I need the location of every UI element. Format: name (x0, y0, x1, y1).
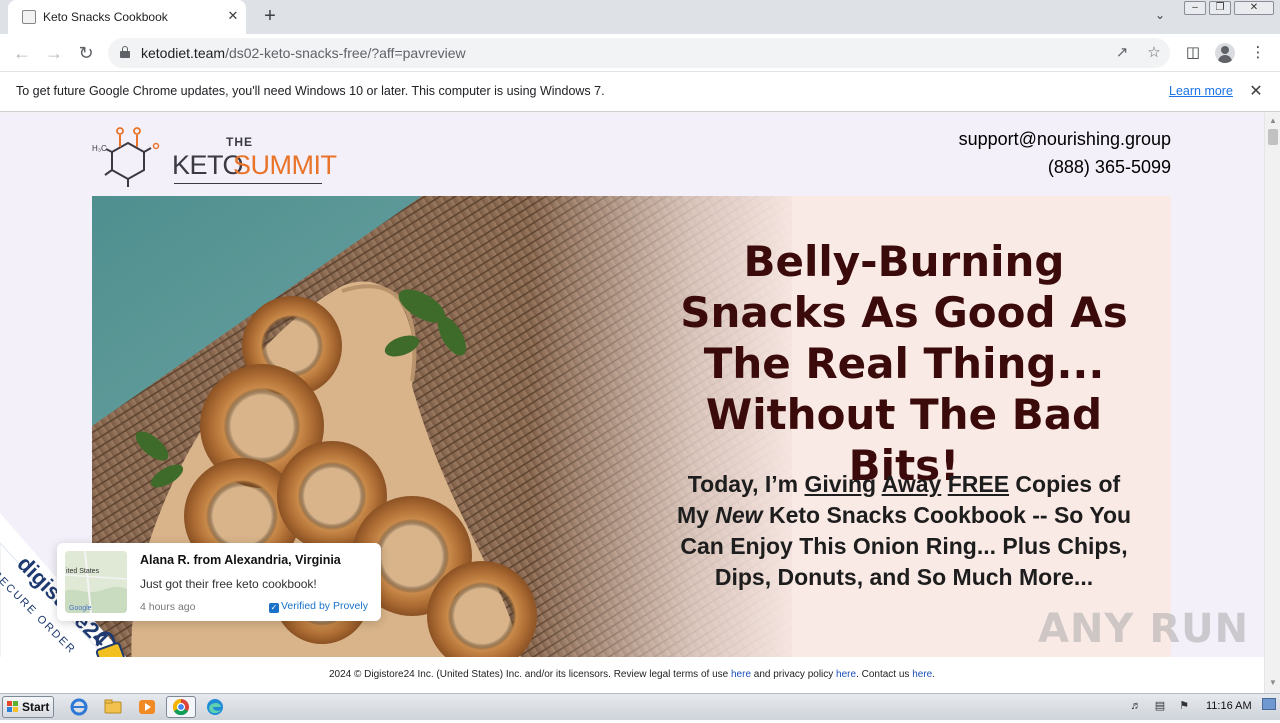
new-tab-button[interactable]: + (258, 5, 282, 29)
hero-subheadline: Today, I’m Giving Away FREE Copies of My… (676, 471, 1132, 590)
browser-toolbar: ← → ↻ ketodiet.team/ds02-keto-snacks-fre… (0, 34, 1280, 72)
file-explorer-icon[interactable] (100, 696, 126, 718)
proof-name: Alana R. from Alexandria, Virginia (140, 553, 341, 567)
keto-summit-logo[interactable]: H₃C THE KETO SUMMIT (90, 125, 337, 189)
update-infobar: To get future Google Chrome updates, you… (0, 72, 1280, 112)
tab-search-chevron-icon[interactable]: ⌄ (1150, 8, 1170, 26)
logo-underline (174, 183, 322, 184)
scroll-up-arrow-icon[interactable]: ▲ (1268, 116, 1278, 126)
page-footer: 2024 © Digistore24 Inc. (United States) … (0, 657, 1264, 693)
contact-email[interactable]: support@nourishing.group (959, 129, 1171, 150)
menu-kebab-icon[interactable]: ⋮ (1246, 41, 1270, 65)
browser-tab[interactable]: Keto Snacks Cookbook ✕ (8, 0, 246, 34)
tab-favicon-icon (22, 10, 36, 24)
edge-icon[interactable] (202, 696, 228, 718)
logo-summit-text: SUMMIT (233, 150, 337, 180)
windows-flag-icon (7, 701, 19, 713)
anyrun-watermark: ANY RUN (1038, 606, 1250, 652)
sub-new: New (715, 502, 763, 528)
side-panel-icon[interactable]: ◫ (1181, 41, 1205, 65)
taskbar-clock[interactable]: 11:16 AM (1206, 700, 1252, 712)
map-label: ited States (66, 568, 100, 575)
infobar-message: To get future Google Chrome updates, you… (16, 84, 605, 98)
url-path: /ds02-keto-snacks-free/?aff=pavreview (225, 45, 466, 61)
logo-the-text: THE (226, 135, 253, 149)
infobar-close-icon[interactable]: ✕ (1246, 82, 1266, 102)
back-arrow-icon[interactable]: ← (10, 41, 34, 65)
footer-text: 2024 © Digistore24 Inc. (United States) … (328, 669, 935, 680)
map-thumbnail: ited States Google (65, 551, 127, 613)
show-desktop-button[interactable] (1262, 698, 1276, 710)
close-window-button[interactable]: ✕ (1234, 1, 1274, 15)
page-scrollbar[interactable]: ▲ ▼ (1264, 113, 1280, 693)
contact-link[interactable]: here (912, 669, 932, 680)
tab-title: Keto Snacks Cookbook (43, 10, 168, 24)
check-icon: ✓ (269, 603, 279, 613)
volume-icon[interactable]: ♬ (1129, 699, 1143, 713)
restore-button[interactable]: ❐ (1209, 1, 1231, 15)
internet-explorer-icon[interactable] (66, 696, 92, 718)
media-player-icon[interactable] (134, 696, 160, 718)
verified-badge[interactable]: ✓ Verified by Provely (269, 600, 368, 613)
windows-taskbar: Start ♬ ▤ ⚑ 11:16 AM (0, 693, 1280, 720)
scroll-thumb[interactable] (1268, 129, 1278, 145)
address-bar[interactable]: ketodiet.team/ds02-keto-snacks-free/?aff… (108, 38, 1170, 68)
proof-time: 4 hours ago (140, 601, 196, 613)
minimize-button[interactable]: – (1184, 1, 1206, 15)
proof-message: Just got their free keto cookbook! (140, 577, 317, 591)
browser-titlebar: Keto Snacks Cookbook ✕ + ⌄ – ❐ ✕ (0, 0, 1280, 34)
sub-free: FREE (947, 471, 1010, 497)
sub-away: Away (881, 471, 942, 497)
url-text[interactable]: ketodiet.team/ds02-keto-snacks-free/?aff… (141, 45, 466, 61)
url-host: ketodiet.team (141, 45, 226, 61)
chrome-taskbar-icon[interactable] (166, 696, 196, 718)
tab-close-icon[interactable]: ✕ (224, 7, 242, 25)
start-button[interactable]: Start (2, 696, 54, 718)
network-icon[interactable]: ▤ (1153, 699, 1167, 713)
bookmark-star-icon[interactable]: ☆ (1144, 43, 1164, 63)
lock-icon[interactable] (120, 46, 130, 58)
molecule-logo-icon: H₃C (92, 127, 160, 187)
forward-arrow-icon[interactable]: → (42, 41, 66, 65)
share-icon[interactable]: ↗ (1112, 43, 1132, 63)
hero-headline: Belly-Burning Snacks As Good As The Real… (680, 237, 1128, 490)
scroll-down-arrow-icon[interactable]: ▼ (1268, 678, 1278, 688)
sub-giving: Giving (804, 471, 877, 497)
google-map-brand: Google (69, 605, 92, 612)
terms-link[interactable]: here (731, 669, 751, 680)
reload-icon[interactable]: ↻ (74, 41, 98, 65)
svg-text:H₃C: H₃C (92, 144, 107, 153)
social-proof-popup[interactable]: ited States Google Alana R. from Alexand… (57, 543, 381, 621)
start-label: Start (22, 700, 50, 714)
learn-more-link[interactable]: Learn more (1169, 84, 1233, 98)
action-center-flag-icon[interactable]: ⚑ (1177, 699, 1191, 713)
privacy-link[interactable]: here (836, 669, 856, 680)
contact-phone[interactable]: (888) 365-5099 (1048, 157, 1171, 178)
profile-avatar-icon[interactable] (1215, 43, 1235, 63)
